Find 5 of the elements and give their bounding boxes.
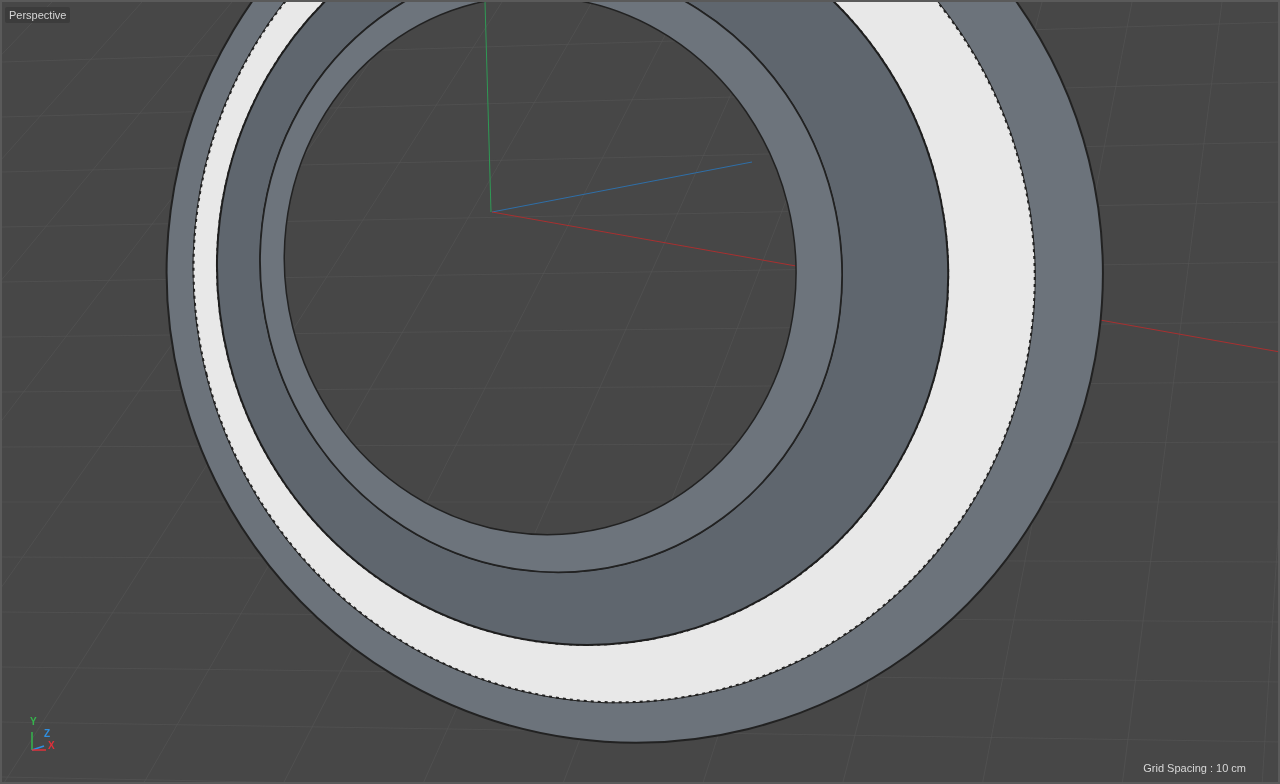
- axis-label: X: [48, 740, 55, 751]
- viewport-title[interactable]: Perspective: [5, 7, 71, 23]
- axis-label: Y: [30, 716, 37, 727]
- grid-spacing-label: Grid Spacing : 10 cm: [1143, 762, 1246, 774]
- axis-label: Z: [44, 728, 51, 739]
